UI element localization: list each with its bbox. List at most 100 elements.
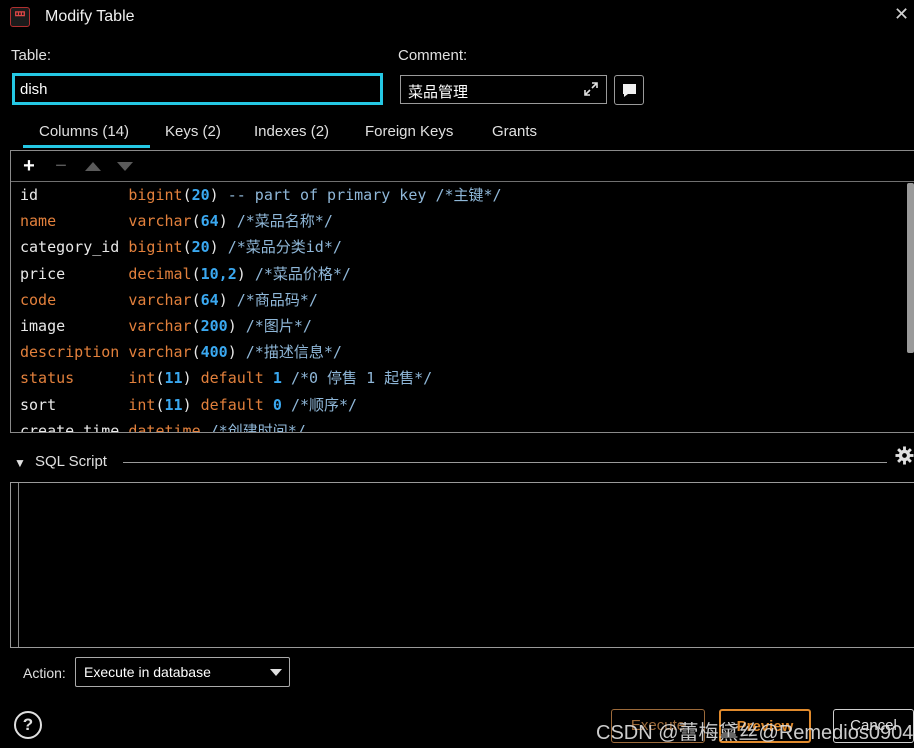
column-args: 11 xyxy=(164,369,183,388)
sql-script-editor[interactable] xyxy=(10,482,914,648)
column-name: create_time xyxy=(20,421,120,433)
tab-indexes[interactable]: Indexes (2) xyxy=(254,123,329,147)
column-type: varchar xyxy=(128,290,192,309)
column-name: name xyxy=(20,212,57,231)
column-name: id xyxy=(20,186,39,204)
tab-keys[interactable]: Keys (2) xyxy=(165,123,221,147)
paren: ( xyxy=(191,343,201,362)
column-comment: /*顺序*/ xyxy=(290,395,358,414)
column-row[interactable]: category_id bigint(20) /*菜品分类id*/ xyxy=(20,236,342,258)
column-args: 20 xyxy=(191,238,210,257)
column-row[interactable]: create_time datetime /*创建时间*/ xyxy=(20,420,306,433)
column-type: varchar xyxy=(128,343,192,362)
action-label: Action: xyxy=(23,665,66,681)
column-row[interactable]: code varchar(64) /*商品码*/ xyxy=(20,289,318,311)
column-comment: /*主键*/ xyxy=(435,186,502,204)
column-definitions[interactable]: id bigint(20) -- part of primary key /*主… xyxy=(11,184,901,433)
column-comment: /*创建时间*/ xyxy=(209,421,306,433)
column-type: bigint xyxy=(128,238,183,257)
comment-editor-button[interactable] xyxy=(614,75,644,105)
close-icon[interactable]: ✕ xyxy=(894,4,909,25)
app-icon: 罒 xyxy=(10,7,30,27)
column-type: varchar xyxy=(128,212,192,231)
column-args: 200 xyxy=(200,317,228,335)
column-comment: /*描述信息*/ xyxy=(245,343,342,362)
paren: ) xyxy=(227,317,237,335)
columns-editor[interactable]: + − id bigint(20) -- part of primary key… xyxy=(10,150,914,433)
collapse-arrow-icon[interactable]: ▼ xyxy=(14,456,26,470)
vertical-scrollbar[interactable] xyxy=(907,183,914,353)
column-row[interactable]: image varchar(200) /*图片*/ xyxy=(20,315,312,337)
editor-gutter xyxy=(18,483,19,647)
watermark: CSDN @蕾梅黛丝@Remedios0904 xyxy=(596,722,914,744)
keyword: default xyxy=(191,369,273,388)
paren: ) xyxy=(218,290,228,309)
tab-grants[interactable]: Grants xyxy=(492,123,537,147)
column-comment: /*图片*/ xyxy=(245,317,312,335)
column-args: 20 xyxy=(191,186,210,204)
column-args: 64 xyxy=(200,212,219,231)
gear-icon[interactable] xyxy=(895,446,914,465)
column-args: 10,2 xyxy=(200,264,237,283)
column-name: code xyxy=(20,290,57,309)
paren: ) xyxy=(209,186,219,204)
column-row[interactable]: sort int(11) default 0 /*顺序*/ xyxy=(20,394,357,416)
column-comment: /*商品码*/ xyxy=(236,290,318,309)
paren: ) xyxy=(182,395,192,414)
move-up-icon[interactable] xyxy=(85,162,101,171)
column-row[interactable]: id bigint(20) -- part of primary key /*主… xyxy=(20,184,502,206)
default-value: 1 xyxy=(272,369,282,388)
column-name: description xyxy=(20,343,120,362)
paren: ) xyxy=(209,238,219,257)
column-name: category_id xyxy=(20,238,120,257)
column-row[interactable]: status int(11) default 1 /*0 停售 1 起售*/ xyxy=(20,367,432,389)
move-down-icon[interactable] xyxy=(117,162,133,171)
tab-foreign-keys[interactable]: Foreign Keys xyxy=(365,123,453,147)
column-name: sort xyxy=(20,395,57,414)
column-type: bigint xyxy=(128,186,183,204)
column-type: int xyxy=(128,395,156,414)
tab-columns[interactable]: Columns (14) xyxy=(39,123,129,147)
comment-label: Comment: xyxy=(398,47,468,64)
comment-field[interactable]: 菜品管理 xyxy=(400,75,607,104)
column-row[interactable]: name varchar(64) /*菜品名称*/ xyxy=(20,210,333,232)
column-row[interactable]: description varchar(400) /*描述信息*/ xyxy=(20,341,342,363)
keyword: default xyxy=(191,395,273,414)
column-name: status xyxy=(20,369,75,388)
paren: ) xyxy=(227,343,237,362)
column-note: -- part of primary key xyxy=(218,186,427,204)
column-row[interactable]: price decimal(10,2) /*菜品价格*/ xyxy=(20,263,351,285)
window-title: Modify Table xyxy=(45,8,135,25)
table-name-input[interactable] xyxy=(12,73,383,105)
add-column-button[interactable]: + xyxy=(18,155,40,177)
chevron-down-icon[interactable] xyxy=(270,669,282,676)
paren: ( xyxy=(155,369,165,388)
action-select[interactable]: Execute in database xyxy=(75,657,290,687)
column-args: 400 xyxy=(200,343,228,362)
paren: ( xyxy=(191,290,201,309)
column-type: varchar xyxy=(128,317,192,335)
column-args: 64 xyxy=(200,290,219,309)
remove-column-button[interactable]: − xyxy=(50,155,72,177)
active-tab-indicator xyxy=(23,145,150,148)
sql-script-label[interactable]: SQL Script xyxy=(35,453,107,470)
divider xyxy=(123,462,887,463)
column-type: int xyxy=(128,369,156,388)
help-button[interactable]: ? xyxy=(14,711,42,739)
paren: ( xyxy=(182,186,192,204)
column-type: datetime xyxy=(128,421,201,433)
expand-icon[interactable] xyxy=(582,80,600,98)
